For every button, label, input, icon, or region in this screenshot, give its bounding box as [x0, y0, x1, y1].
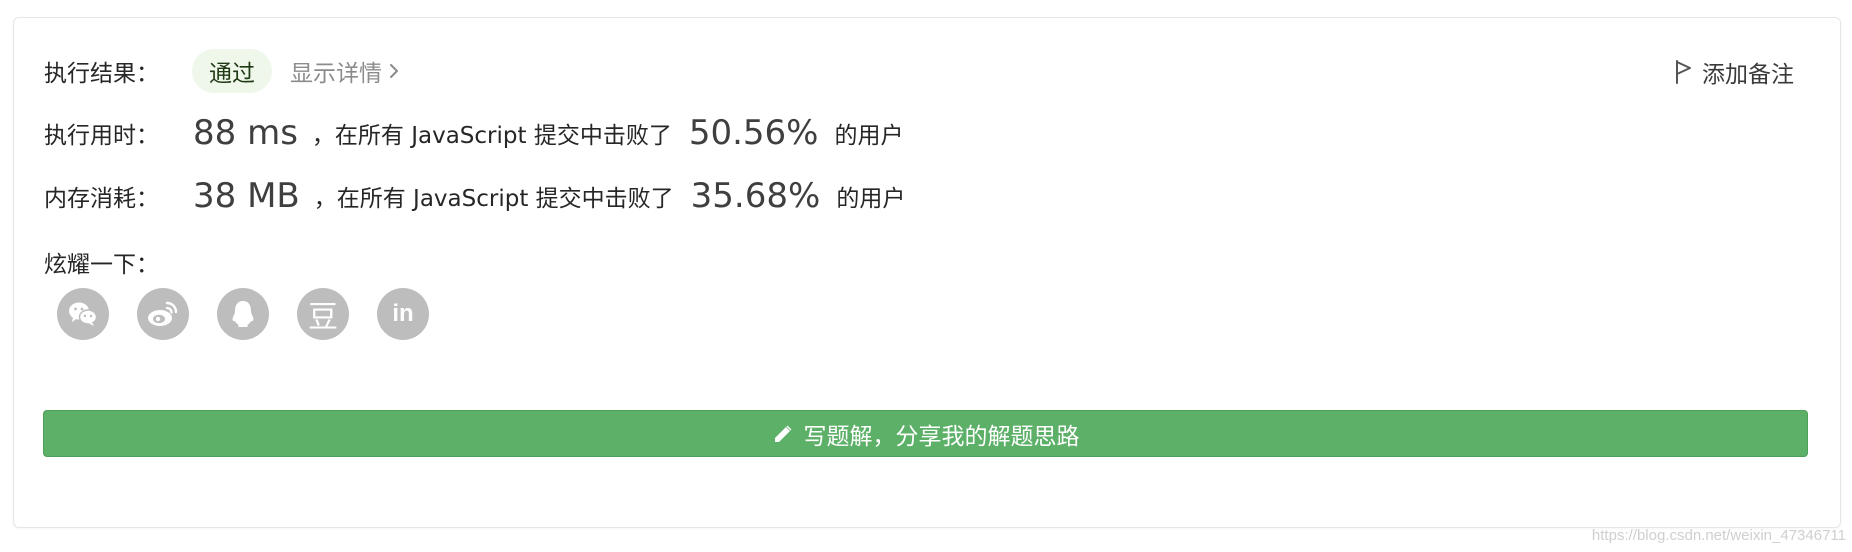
write-solution-button[interactable]: 写题解，分享我的解题思路 [43, 410, 1808, 457]
linkedin-icon[interactable]: in [377, 288, 429, 340]
weibo-glyph [148, 301, 178, 326]
linkedin-glyph: in [392, 300, 414, 327]
share-icons: 豆 in [57, 288, 429, 340]
add-note-button[interactable]: 添加备注 [1675, 55, 1794, 89]
add-note-label: 添加备注 [1702, 62, 1794, 88]
runtime-value: 88 ms [193, 113, 298, 153]
flag-icon [1676, 60, 1691, 84]
wechat-icon[interactable] [57, 288, 109, 340]
runtime-label: 执行用时： [44, 123, 159, 149]
qq-glyph [232, 301, 254, 327]
memory-percent: 35.68% [690, 176, 821, 216]
douban-icon[interactable]: 豆 [297, 288, 349, 340]
result-row: 执行结果： 通过 显示详情 [44, 49, 399, 93]
chevron-right-icon [390, 64, 398, 78]
memory-tail-text: 的用户 [836, 186, 906, 212]
share-label: 炫耀一下： [44, 252, 159, 278]
result-label: 执行结果： [44, 61, 159, 87]
watermark-text: https://blog.csdn.net/weixin_47346711 [1591, 527, 1846, 544]
memory-middle-text: ，在所有 JavaScript 提交中击败了 [313, 186, 674, 212]
runtime-percent: 50.56% [688, 113, 819, 153]
weibo-icon[interactable] [137, 288, 189, 340]
show-details-label: 显示详情 [290, 61, 382, 87]
wechat-glyph [69, 302, 98, 326]
share-row: 炫耀一下： [44, 245, 159, 279]
runtime-tail-text: 的用户 [834, 123, 904, 149]
memory-value: 38 MB [193, 176, 300, 216]
memory-label: 内存消耗： [44, 186, 159, 212]
memory-row: 内存消耗： 38 MB ，在所有 JavaScript 提交中击败了 35.68… [44, 176, 905, 216]
douban-glyph: 豆 [308, 300, 338, 335]
runtime-row: 执行用时： 88 ms ，在所有 JavaScript 提交中击败了 50.56… [44, 113, 903, 153]
runtime-middle-text: ，在所有 JavaScript 提交中击败了 [311, 123, 672, 149]
show-details-link[interactable]: 显示详情 [290, 54, 399, 88]
status-badge: 通过 [192, 49, 272, 93]
pencil-icon [774, 425, 791, 442]
qq-icon[interactable] [217, 288, 269, 340]
write-solution-label: 写题解，分享我的解题思路 [803, 423, 1080, 450]
